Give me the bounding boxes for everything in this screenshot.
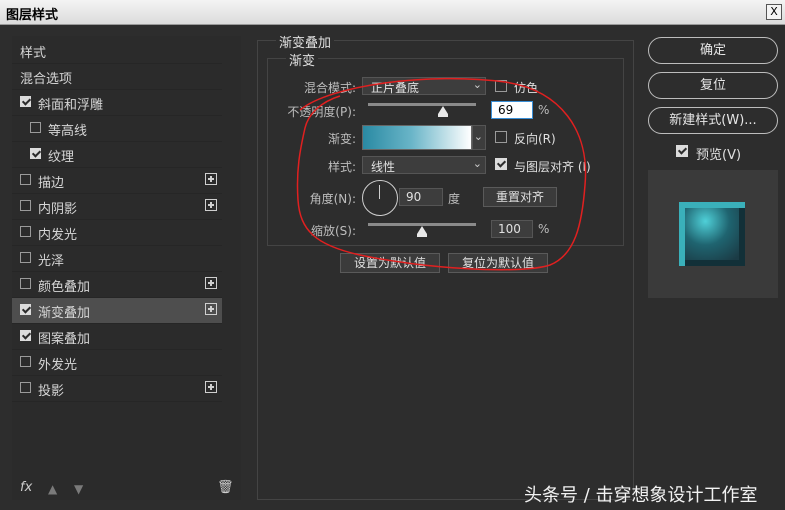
section-title: 渐变叠加 <box>276 32 335 51</box>
style-list-label: 描边 <box>38 176 65 191</box>
style-checkbox[interactable] <box>20 226 31 237</box>
style-list-item[interactable]: 混合选项 <box>12 64 222 90</box>
blend-mode-select[interactable]: 正片叠底 ⌄ <box>362 77 486 95</box>
style-checkbox[interactable] <box>20 174 31 185</box>
style-list-item[interactable]: 等高线 <box>12 116 222 142</box>
style-list-item[interactable]: 投影 <box>12 376 222 402</box>
arrow-down-icon[interactable]: ▼ <box>74 482 83 496</box>
style-list-panel: 样式混合选项斜面和浮雕等高线纹理描边内阴影内发光光泽颜色叠加渐变叠加图案叠加外发… <box>12 36 241 500</box>
style-list-item[interactable]: 斜面和浮雕 <box>12 90 222 116</box>
style-list-item[interactable]: 纹理 <box>12 142 222 168</box>
reset-default-button[interactable]: 复位为默认值 <box>448 253 548 273</box>
angle-dial[interactable] <box>362 180 398 216</box>
style-list-item[interactable]: 内阴影 <box>12 194 222 220</box>
style-list-label: 渐变叠加 <box>38 306 91 321</box>
style-checkbox[interactable] <box>20 330 31 341</box>
scale-unit: % <box>538 222 550 236</box>
scale-label: 缩放(S): <box>310 224 356 238</box>
window-title: 图层样式 <box>6 8 59 23</box>
style-list-label: 纹理 <box>48 150 75 165</box>
add-effect-icon[interactable] <box>205 381 217 393</box>
opacity-slider-thumb[interactable] <box>437 106 448 117</box>
style-list-label: 外发光 <box>38 358 78 373</box>
blend-mode-label: 混合模式: <box>303 81 356 95</box>
dither-checkbox[interactable] <box>495 80 507 92</box>
style-checkbox[interactable] <box>30 148 41 159</box>
add-effect-icon[interactable] <box>205 303 217 315</box>
style-list-item[interactable]: 光泽 <box>12 246 222 272</box>
opacity-input[interactable]: 69 <box>491 101 533 119</box>
title-bar: 图层样式 X <box>0 0 785 25</box>
preview-label: 预览(V) <box>696 148 742 163</box>
scale-slider-thumb[interactable] <box>417 226 427 237</box>
ok-button[interactable]: 确定 <box>648 37 778 64</box>
style-list-footer: fx ▲ ▼ 🗑 <box>12 478 241 500</box>
style-checkbox[interactable] <box>20 200 31 211</box>
style-list-item[interactable]: 描边 <box>12 168 222 194</box>
style-list-label: 内发光 <box>38 228 78 243</box>
gradient-label: 渐变: <box>327 132 356 146</box>
new-style-button[interactable]: 新建样式(W)... <box>648 107 778 134</box>
opacity-unit: % <box>538 103 550 117</box>
style-list-item[interactable]: 内发光 <box>12 220 222 246</box>
gradient-dropdown[interactable]: ⌄ <box>472 125 486 150</box>
style-checkbox[interactable] <box>20 252 31 263</box>
style-list-label: 投影 <box>38 384 65 399</box>
style-value: 线性 <box>371 160 396 174</box>
opacity-slider[interactable] <box>368 103 476 106</box>
watermark-text: 头条号 / 击穿想象设计工作室 <box>524 485 758 506</box>
blend-mode-value: 正片叠底 <box>371 81 420 95</box>
style-checkbox[interactable] <box>20 382 31 393</box>
gradient-swatch[interactable] <box>362 125 472 150</box>
style-select[interactable]: 线性 ⌄ <box>362 156 486 174</box>
preview-thumbnail <box>679 202 745 266</box>
style-checkbox[interactable] <box>30 122 41 133</box>
group-title: 渐变 <box>286 50 319 69</box>
set-default-button[interactable]: 设置为默认值 <box>340 253 440 273</box>
style-checkbox[interactable] <box>20 96 31 107</box>
add-effect-icon[interactable] <box>205 173 217 185</box>
style-checkbox[interactable] <box>20 356 31 367</box>
style-preview <box>648 170 778 298</box>
add-effect-icon[interactable] <box>205 199 217 211</box>
style-list-item[interactable]: 外发光 <box>12 350 222 376</box>
style-list-item[interactable]: 样式 <box>12 38 222 64</box>
style-list-label: 等高线 <box>48 124 88 139</box>
style-checkbox[interactable] <box>20 304 31 315</box>
style-label: 样式: <box>327 160 356 174</box>
opacity-label: 不透明度(P): <box>287 105 356 119</box>
chevron-down-icon: ⌄ <box>473 130 483 143</box>
style-list-label: 内阴影 <box>38 202 78 217</box>
align-layer-checkbox[interactable] <box>495 158 507 170</box>
fx-button[interactable]: fx <box>20 480 32 495</box>
reset-button[interactable]: 复位 <box>648 72 778 99</box>
style-list-item[interactable]: 渐变叠加 <box>12 298 222 324</box>
style-list-label: 颜色叠加 <box>38 280 91 295</box>
style-list-item[interactable]: 颜色叠加 <box>12 272 222 298</box>
scale-input[interactable]: 100 <box>491 220 533 238</box>
close-button[interactable]: X <box>766 4 782 20</box>
preview-checkbox[interactable] <box>676 145 688 157</box>
align-layer-label: 与图层对齐 (I) <box>514 160 591 174</box>
arrow-up-icon[interactable]: ▲ <box>48 482 57 496</box>
chevron-down-icon: ⌄ <box>472 157 482 170</box>
style-list-label: 光泽 <box>38 254 65 269</box>
style-list-label: 图案叠加 <box>38 332 91 347</box>
reverse-label: 反向(R) <box>514 132 556 146</box>
angle-input[interactable]: 90 <box>399 188 443 206</box>
reverse-checkbox[interactable] <box>495 131 507 143</box>
angle-label: 角度(N): <box>309 192 356 206</box>
style-list-item[interactable]: 图案叠加 <box>12 324 222 350</box>
trash-icon[interactable]: 🗑 <box>217 480 234 495</box>
style-list-label: 样式 <box>20 46 47 61</box>
style-list-label: 斜面和浮雕 <box>38 98 104 113</box>
add-effect-icon[interactable] <box>205 277 217 289</box>
angle-unit: 度 <box>448 192 461 206</box>
chevron-down-icon: ⌄ <box>472 78 482 91</box>
dither-label: 仿色 <box>514 81 539 95</box>
style-checkbox[interactable] <box>20 278 31 289</box>
style-list-label: 混合选项 <box>20 72 73 87</box>
reset-align-button[interactable]: 重置对齐 <box>483 187 557 207</box>
